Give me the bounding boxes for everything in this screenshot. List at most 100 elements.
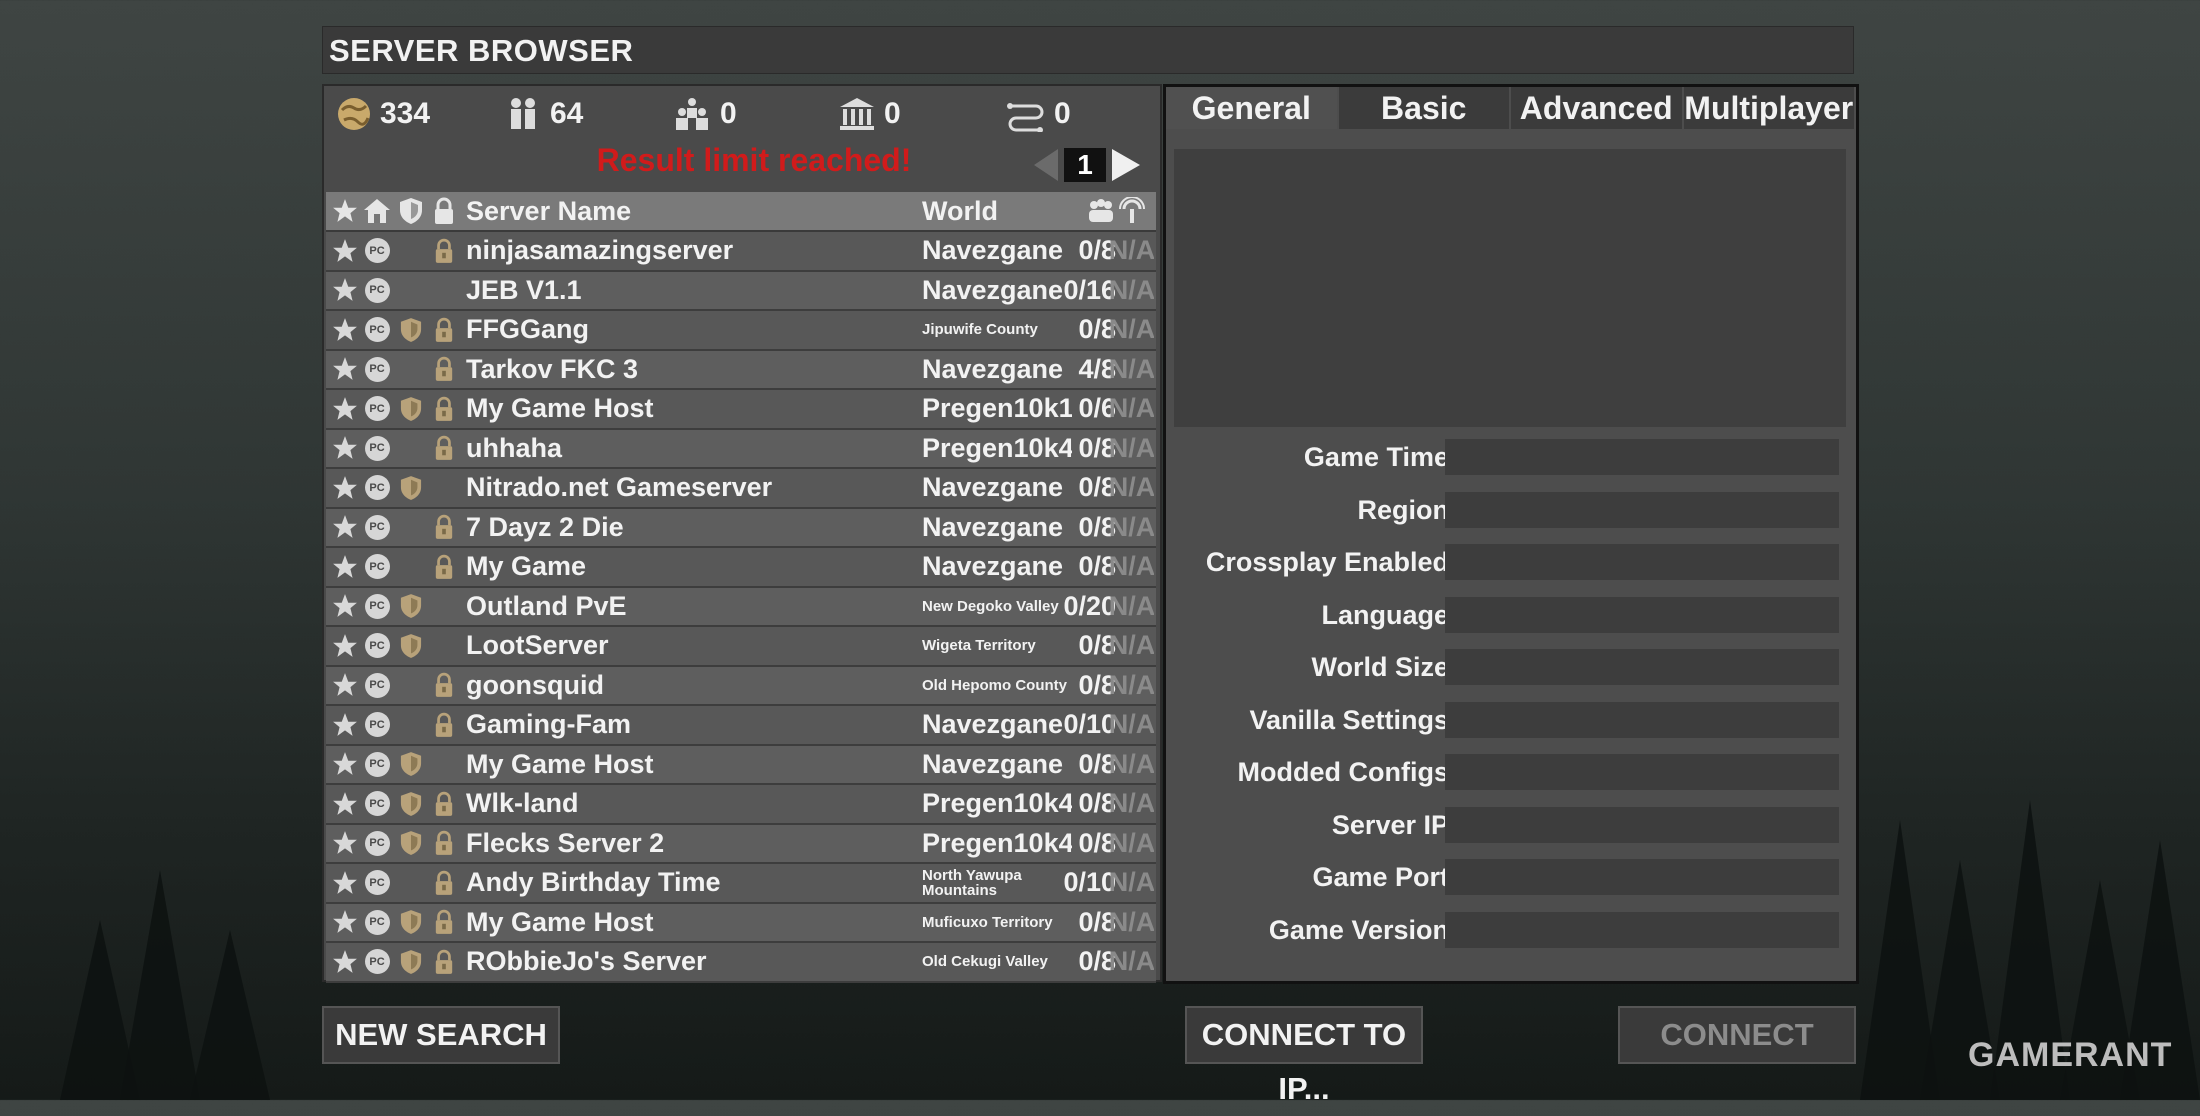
detail-label: World Size	[1311, 652, 1449, 682]
table-row[interactable]: PC My Game Navezgane 0/8 N/A	[326, 548, 1156, 588]
password-lock-icon	[430, 904, 458, 942]
column-header-players-icon[interactable]	[1046, 192, 1116, 230]
column-header-server-name[interactable]: Server Name	[466, 192, 966, 230]
server-ping: N/A	[1110, 353, 1154, 384]
table-row[interactable]: PC ninjasamazingserver Navezgane 0/8 N/A	[326, 232, 1156, 272]
password-lock-icon	[430, 430, 458, 468]
favorite-star-icon[interactable]	[330, 469, 360, 507]
sort-lock-icon[interactable]	[430, 192, 458, 230]
favorite-star-icon[interactable]	[330, 232, 360, 270]
password-lock-icon	[430, 825, 458, 863]
stat-friends[interactable]: 0	[672, 94, 737, 134]
connection-icon	[1006, 96, 1046, 132]
detail-row: Game Time	[1166, 437, 1856, 477]
eac-shield-icon	[396, 785, 426, 823]
server-name: My Game Host	[466, 748, 654, 779]
server-players: 0/20	[1063, 590, 1116, 621]
building-icon	[838, 96, 876, 132]
table-row[interactable]: PC Tarkov FKC 3 Navezgane 4/8 N/A	[326, 350, 1156, 390]
favorite-star-icon[interactable]	[330, 627, 360, 665]
server-name: RObbieJo's Server	[466, 946, 707, 977]
sort-home-icon[interactable]	[362, 192, 392, 230]
stat-players[interactable]: 64	[504, 94, 583, 134]
detail-row: Vanilla Settings	[1166, 700, 1856, 740]
favorite-star-icon[interactable]	[330, 943, 360, 981]
favorite-star-icon[interactable]	[330, 509, 360, 547]
table-row[interactable]: PC Gaming-Fam Navezgane 0/10 N/A	[326, 706, 1156, 746]
table-row[interactable]: PC Andy Birthday Time North Yawupa Mountai…	[326, 864, 1156, 904]
favorite-star-icon[interactable]	[330, 272, 360, 310]
table-row[interactable]: PC Flecks Server 2 Pregen10k4 0/8 N/A	[326, 824, 1156, 864]
stat-lan[interactable]: 0	[838, 94, 901, 134]
new-search-button[interactable]: NEW SEARCH	[322, 1006, 560, 1064]
server-name: Flecks Server 2	[466, 827, 665, 858]
shield-slot	[396, 430, 426, 468]
detail-label: Vanilla Settings	[1249, 704, 1449, 735]
favorite-star-icon[interactable]	[330, 311, 360, 349]
favorite-star-icon[interactable]	[330, 785, 360, 823]
favorite-star-icon[interactable]	[330, 904, 360, 942]
favorite-star-icon[interactable]	[330, 588, 360, 626]
favorite-star-icon[interactable]	[330, 430, 360, 468]
lock-slot	[430, 746, 458, 784]
detail-label: Language	[1321, 599, 1449, 630]
table-row[interactable]: PC My Game Host Pregen10k1 0/6 N/A	[326, 390, 1156, 430]
stat-lan-value: 0	[884, 97, 901, 130]
server-ping: N/A	[1110, 867, 1154, 898]
tab-basic[interactable]: Basic	[1338, 87, 1509, 129]
tab-multiplayer[interactable]: Multiplayer	[1683, 87, 1854, 129]
server-ping: N/A	[1110, 827, 1154, 858]
detail-value	[1445, 439, 1839, 475]
stat-total-servers[interactable]: 334	[336, 94, 430, 134]
favorite-star-icon[interactable]	[330, 706, 360, 744]
platform-pc-icon: PC	[362, 351, 392, 389]
friends-icon	[672, 96, 712, 132]
sort-shield-icon[interactable]	[396, 192, 426, 230]
table-row[interactable]: PC My Game Host Navezgane 0/8 N/A	[326, 745, 1156, 785]
next-page-icon[interactable]	[1112, 149, 1140, 181]
sort-favorite-star-icon[interactable]	[330, 192, 360, 230]
table-row[interactable]: PC RObbieJo's Server Old Cekugi Valley 0/8 N…	[326, 943, 1156, 983]
tab-advanced[interactable]: Advanced	[1511, 87, 1682, 129]
detail-value	[1445, 544, 1839, 580]
favorite-star-icon[interactable]	[330, 390, 360, 428]
favorite-star-icon[interactable]	[330, 667, 360, 705]
detail-value	[1445, 596, 1839, 633]
tab-general[interactable]: General	[1166, 87, 1337, 129]
table-row[interactable]: PC My Game Host Muficuxo Territory 0/8 N/A	[326, 903, 1156, 943]
eac-shield-icon	[396, 311, 426, 349]
favorite-star-icon[interactable]	[330, 548, 360, 586]
favorite-star-icon[interactable]	[330, 351, 360, 389]
server-players: 0/16	[1063, 274, 1116, 305]
stat-friends-value: 0	[720, 97, 737, 130]
shield-slot	[396, 706, 426, 744]
column-header-ping-icon[interactable]	[1110, 192, 1154, 230]
platform-pc-icon: PC	[362, 588, 392, 626]
table-row[interactable]: PC uhhaha Pregen10k4 0/8 N/A	[326, 429, 1156, 469]
eac-shield-icon	[396, 588, 426, 626]
prev-page-icon[interactable]	[1034, 149, 1058, 181]
favorite-star-icon[interactable]	[330, 825, 360, 863]
platform-pc-icon: PC	[362, 864, 392, 902]
table-row[interactable]: PC Outland PvE New Degoko Valley 0/20 N/A	[326, 587, 1156, 627]
table-row[interactable]: PC Nitrado.net Gameserver Navezgane 0/8 N/A	[326, 469, 1156, 509]
table-row[interactable]: PC LootServer Wigeta Territory 0/8 N/A	[326, 627, 1156, 667]
password-lock-icon	[430, 232, 458, 270]
server-ping: N/A	[1110, 630, 1154, 661]
table-row[interactable]: PC FFGGang Jipuwife County 0/8 N/A	[326, 311, 1156, 351]
detail-row: Game Port	[1166, 857, 1856, 897]
shield-slot	[396, 548, 426, 586]
table-row[interactable]: PC JEB V1.1 Navezgane 0/16 N/A	[326, 271, 1156, 311]
connect-button[interactable]: CONNECT	[1618, 1006, 1856, 1064]
table-row[interactable]: PC Wlk-land Pregen10k4 0/8 N/A	[326, 785, 1156, 825]
table-row[interactable]: PC 7 Dayz 2 Die Navezgane 0/8 N/A	[326, 508, 1156, 548]
server-ping: N/A	[1110, 906, 1154, 937]
server-ping: N/A	[1110, 709, 1154, 740]
detail-label: Region	[1357, 494, 1450, 525]
server-name: Andy Birthday Time	[466, 867, 721, 898]
connect-to-ip-button[interactable]: CONNECT TO IP...	[1185, 1006, 1423, 1106]
table-row[interactable]: PC goonsquid Old Hepomo County 0/8 N/A	[326, 666, 1156, 706]
favorite-star-icon[interactable]	[330, 864, 360, 902]
favorite-star-icon[interactable]	[330, 746, 360, 784]
stat-ping-filter[interactable]: 0	[1006, 94, 1071, 134]
